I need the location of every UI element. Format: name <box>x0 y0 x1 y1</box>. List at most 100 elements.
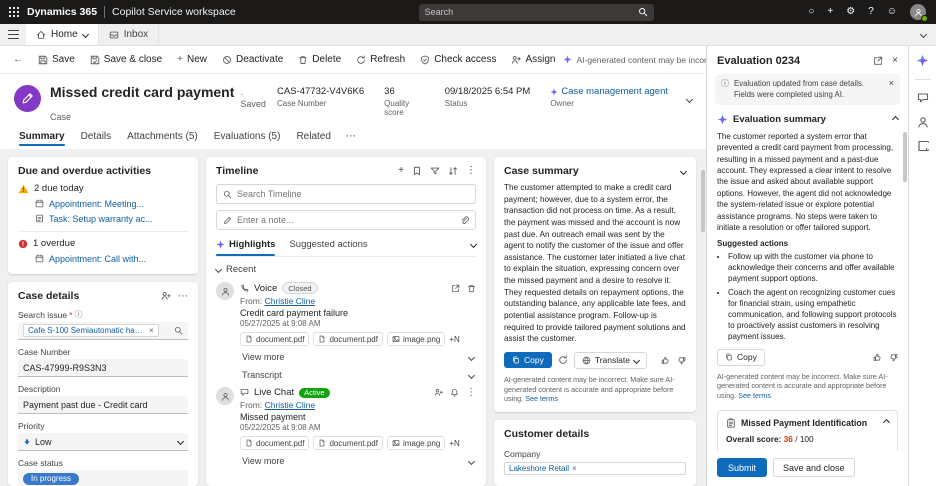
entry-more-icon[interactable]: ⋮ <box>466 387 476 398</box>
activity-link[interactable]: Task: Setup warranty ac... <box>18 211 188 226</box>
open-record-icon[interactable] <box>451 284 460 293</box>
tab-highlights[interactable]: Highlights <box>216 239 276 256</box>
company-tag-chip[interactable]: Lakeshore Retail × <box>504 462 686 476</box>
tabs-overflow-button[interactable]: ⋯ <box>340 127 362 149</box>
see-terms-link[interactable]: See terms <box>738 391 771 400</box>
quick-create-icon[interactable]: + <box>827 7 833 17</box>
thumbs-down-icon[interactable] <box>677 356 686 365</box>
note-composer[interactable] <box>216 210 476 230</box>
assign-button[interactable]: Assign <box>504 50 562 69</box>
tab-summary[interactable]: Summary <box>12 127 72 149</box>
chevron-down-icon[interactable] <box>469 240 478 249</box>
search-issue-input[interactable]: Cafe S-100 Semiautomatic has air bu × <box>18 322 188 340</box>
attachment-chip[interactable]: image.png <box>386 332 446 346</box>
timeline-more-icon[interactable]: ⋮ <box>466 166 476 176</box>
evaluation-summary-header[interactable]: Evaluation summary <box>717 114 900 125</box>
deactivate-button[interactable]: Deactivate <box>215 50 290 69</box>
app-launcher-button[interactable] <box>8 6 20 18</box>
user-avatar[interactable] <box>910 4 928 22</box>
feedback-icon[interactable]: ☺ <box>887 7 897 17</box>
tab-overflow-button[interactable] <box>911 24 936 45</box>
thumbs-up-icon[interactable] <box>661 356 670 365</box>
timeline-search-input[interactable] <box>237 189 469 199</box>
presence-icon[interactable]: ○ <box>808 7 814 17</box>
copy-evaluation-button[interactable]: Copy <box>717 348 765 366</box>
help-icon[interactable]: ? <box>868 7 874 17</box>
thumbs-up-icon[interactable] <box>873 353 882 362</box>
check-access-button[interactable]: Check access <box>413 50 503 69</box>
note-input[interactable] <box>237 215 455 225</box>
contact-link[interactable]: Christie Cline <box>265 296 316 306</box>
refresh-button[interactable]: Refresh <box>349 50 412 69</box>
tab-home[interactable]: Home <box>26 24 99 45</box>
attachment-chip[interactable]: document.pdf <box>313 332 383 346</box>
filter-icon[interactable] <box>430 166 440 176</box>
add-activity-icon[interactable]: + <box>398 166 404 176</box>
see-terms-link[interactable]: See terms <box>525 394 558 403</box>
bookmark-icon[interactable] <box>412 166 422 176</box>
form-settings-icon[interactable] <box>161 291 171 301</box>
new-button[interactable]: + New <box>170 50 214 69</box>
tab-attachments[interactable]: Attachments (5) <box>120 127 205 149</box>
search-icon[interactable] <box>174 326 183 335</box>
timeline-entry-live-chat[interactable]: Live Chat Active ⋮ From: Christie Cline … <box>216 382 476 468</box>
tab-home-chevron-icon[interactable] <box>81 30 89 39</box>
timeline-entry-voice[interactable]: Voice Closed From: Christie Cline Credit… <box>216 277 476 382</box>
activity-link[interactable]: Appointment: Call with... <box>18 251 188 266</box>
activity-link[interactable]: Appointment: Meeting... <box>18 196 188 211</box>
remove-tag-icon[interactable]: × <box>572 464 577 473</box>
global-search-box[interactable]: Search <box>418 3 654 21</box>
chevron-down-icon[interactable] <box>679 167 688 175</box>
translate-button[interactable]: Translate <box>573 351 647 369</box>
trash-icon[interactable] <box>467 284 476 293</box>
add-participant-icon[interactable] <box>434 388 443 397</box>
site-map-toggle[interactable] <box>0 24 26 45</box>
card-more-icon[interactable]: ⋯ <box>178 291 188 302</box>
priority-dropdown[interactable]: Low <box>18 433 188 451</box>
main-scrollbar-thumb[interactable] <box>701 170 705 232</box>
rail-conversations-button[interactable] <box>917 92 929 104</box>
remove-tag-icon[interactable]: × <box>149 326 154 335</box>
tab-evaluations[interactable]: Evaluations (5) <box>207 127 288 149</box>
rail-contacts-button[interactable] <box>917 116 929 128</box>
tab-suggested-actions[interactable]: Suggested actions <box>289 239 367 250</box>
save-and-close-button[interactable]: Save & close <box>83 50 169 69</box>
delete-button[interactable]: Delete <box>291 50 348 69</box>
view-more-button[interactable]: View more <box>240 346 476 364</box>
contact-link[interactable]: Christie Cline <box>265 400 316 410</box>
rail-knowledge-button[interactable] <box>917 140 929 152</box>
timeline-search[interactable] <box>216 184 476 204</box>
paperclip-icon[interactable] <box>460 215 469 225</box>
case-number-input[interactable]: CAS-47999-R9S3N3 <box>18 359 188 377</box>
missed-payment-header[interactable]: Missed Payment Identification <box>726 418 891 428</box>
settings-gear-icon[interactable]: ⚙ <box>846 7 855 17</box>
thumbs-down-icon[interactable] <box>889 353 898 362</box>
transcript-toggle[interactable]: Transcript <box>240 364 476 382</box>
regenerate-summary-button[interactable] <box>557 354 569 366</box>
expand-panel-icon[interactable] <box>873 56 883 66</box>
tab-related[interactable]: Related <box>289 127 337 149</box>
tab-inbox[interactable]: Inbox <box>99 24 160 45</box>
more-attachments[interactable]: +N <box>449 335 459 344</box>
attachment-chip[interactable]: document.pdf <box>313 436 383 450</box>
header-collapse-button[interactable] <box>685 84 694 105</box>
attachment-chip[interactable]: document.pdf <box>240 436 310 450</box>
submit-button[interactable]: Submit <box>717 458 768 477</box>
save-and-close-eval-button[interactable]: Save and close <box>773 458 855 477</box>
close-panel-icon[interactable]: × <box>892 56 898 66</box>
tab-details[interactable]: Details <box>74 127 119 149</box>
description-input[interactable]: Payment past due - Credit card <box>18 396 188 414</box>
rail-copilot-button[interactable] <box>916 54 929 67</box>
issue-tag-chip[interactable]: Cafe S-100 Semiautomatic has air bu × <box>23 324 159 337</box>
view-more-button[interactable]: View more <box>240 450 476 468</box>
copy-summary-button[interactable]: Copy <box>504 352 552 369</box>
more-attachments[interactable]: +N <box>449 439 459 448</box>
owner-link[interactable]: Case management agent <box>561 86 668 97</box>
save-button[interactable]: Save <box>31 50 82 69</box>
bell-icon[interactable] <box>450 388 459 397</box>
attachment-chip[interactable]: image.png <box>386 436 446 450</box>
dismiss-banner-icon[interactable]: × <box>889 79 894 88</box>
app-name[interactable]: Copilot Service workspace <box>112 6 236 18</box>
case-status-dropdown[interactable]: In progress <box>18 470 188 486</box>
back-button[interactable]: ← <box>6 51 30 69</box>
